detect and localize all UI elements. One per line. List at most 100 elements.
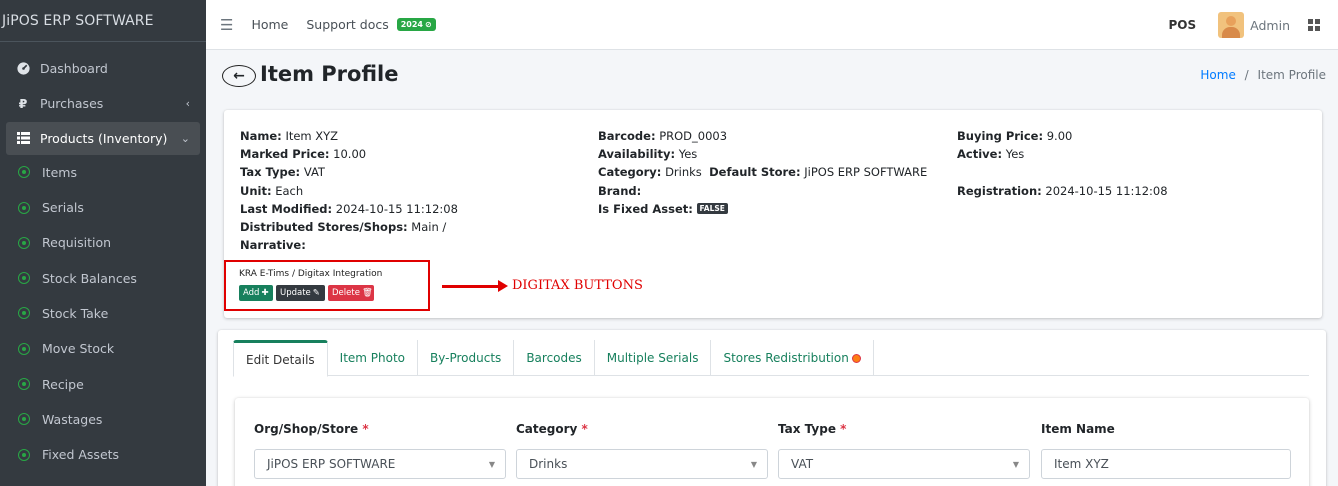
sidebar-item-stock-take[interactable]: Stock Take [0,296,206,331]
sidebar-item-move-stock[interactable]: Move Stock [0,331,206,366]
circle-icon [18,201,30,214]
value-name: Item XYZ [285,129,339,143]
value-marked-price: 10.00 [333,147,367,162]
sidebar: JiPOS ERP SOFTWARE Dashboard ₽ Purchases… [0,0,206,486]
field-label: Tax Type * [778,422,1030,442]
add-label: Add [243,288,260,298]
sidebar-item-purchases[interactable]: ₽ Purchases ‹ [0,86,206,121]
tab-multiple-serials[interactable]: Multiple Serials [595,340,712,376]
avatar[interactable] [1218,12,1245,38]
annotation-label: DIGITAX BUTTONS [512,278,643,293]
required-mark: * [362,422,369,436]
tab-label: Stores Redistribution [723,351,849,365]
sidebar-item-fixed-assets[interactable]: Fixed Assets [0,437,206,472]
field-category: Category * Drinks ▼ [516,422,768,479]
hamburger-menu-icon[interactable]: ☰ [220,16,233,34]
circle-icon [18,448,30,461]
circle-icon [18,166,30,179]
ruble-icon: ₽ [18,96,28,112]
field-tax-type: Tax Type * VAT ▼ [778,422,1030,479]
circle-icon [18,413,30,426]
sidebar-item-label: Stock Take [42,305,109,321]
value-active: Yes [1005,147,1025,162]
label-tax-type: Tax Type: [240,165,301,180]
sidebar-item-wastages[interactable]: Wastages [0,402,206,437]
label-availability: Availability: [598,147,676,162]
label-registration: Registration: [957,183,1042,198]
annotation-arrow-icon [442,280,508,292]
label-brand: Brand: [598,183,642,198]
plus-icon: ✚ [261,288,269,298]
tab-edit-details[interactable]: Edit Details [233,340,328,377]
org-shop-store-select[interactable]: JiPOS ERP SOFTWARE ▼ [254,449,506,479]
tab-barcodes[interactable]: Barcodes [514,340,595,376]
value-unit: Each [275,183,304,198]
edit-icon: ✎ [312,288,320,298]
label-default-store: Default Store: [709,165,801,180]
field-item-name: Item Name Item XYZ [1041,422,1291,479]
item-profile-card: Name: Item XYZ Marked Price: 10.00 Tax T… [224,110,1322,318]
circle-icon [18,272,30,285]
nav-link-home[interactable]: Home [251,17,288,32]
year-badge: 2024 ⊘ [396,18,436,31]
select-value: VAT [791,457,814,471]
tachometer-icon [16,62,30,75]
label-text: Tax Type [778,422,836,436]
field-label: Org/Shop/Store * [254,422,506,442]
back-arrow-icon[interactable]: ← [222,65,256,87]
trash-icon: 🗑 [361,288,373,298]
content-header: ← Item Profile Home / Item Profile [206,50,1338,102]
sidebar-item-label: Dashboard [40,61,108,77]
tab-by-products[interactable]: By-Products [418,340,515,376]
label-name: Name: [240,129,282,143]
digitax-update-button[interactable]: Update ✎ [276,285,325,301]
sidebar-item-stock-balances[interactable]: Stock Balances [0,260,206,295]
item-name-input[interactable]: Item XYZ [1041,449,1291,479]
sidebar-item-label: Purchases [40,96,104,112]
tax-type-select[interactable]: VAT ▼ [778,449,1030,479]
chevron-down-icon: ⌄ [180,131,190,145]
profile-column-1: Name: Item XYZ Marked Price: 10.00 Tax T… [240,127,458,254]
label-unit: Unit: [240,183,272,198]
label-distributed-stores: Distributed Stores/Shops: [240,220,408,235]
sidebar-item-items[interactable]: Items [0,155,206,190]
sidebar-item-recipe[interactable]: Recipe [0,366,206,401]
sidebar-item-label: Items [42,164,77,180]
chevron-down-icon: ▼ [488,459,495,469]
digitax-delete-button[interactable]: Delete 🗑 [328,285,374,301]
apps-grid-icon[interactable] [1308,19,1320,31]
sidebar-item-label: Stock Balances [42,270,137,286]
breadcrumb-separator: / [1244,68,1249,82]
sidebar-item-requisition[interactable]: Requisition [0,225,206,260]
profile-column-3: Buying Price: 9.00 Active: Yes Registrat… [957,127,1168,200]
brand-title[interactable]: JiPOS ERP SOFTWARE [0,0,206,42]
sidebar-item-label: Serials [42,200,84,216]
input-value: Item XYZ [1054,457,1109,471]
circle-icon [18,236,30,249]
tab-stores-redistribution[interactable]: Stores Redistribution [711,340,874,376]
chevron-down-icon: ▼ [1012,459,1019,469]
category-select[interactable]: Drinks ▼ [516,449,768,479]
label-barcode: Barcode: [598,129,656,143]
digitax-add-button[interactable]: Add ✚ [239,285,273,301]
breadcrumb-home[interactable]: Home [1200,68,1235,82]
value-category: Drinks [665,165,702,180]
label-active: Active: [957,147,1003,162]
nav-link-support-docs[interactable]: Support docs [306,17,388,32]
sidebar-item-serials[interactable]: Serials [0,190,206,225]
label-text: Category [516,422,578,436]
breadcrumb: Home / Item Profile [1200,68,1326,82]
delete-label: Delete [332,288,360,298]
sidebar-item-label: Recipe [42,376,84,392]
label-narrative: Narrative: [240,238,306,253]
required-mark: * [581,422,588,436]
sidebar-item-dashboard[interactable]: Dashboard [0,51,206,86]
navbar-right: POS Admin [1169,0,1338,50]
user-name[interactable]: Admin [1250,18,1290,33]
sidebar-item-products[interactable]: Products (Inventory) ⌄ [6,121,200,155]
sidebar-item-label: Wastages [42,411,103,427]
pos-link[interactable]: POS [1169,18,1197,32]
label-buying-price: Buying Price: [957,129,1044,143]
tab-item-photo[interactable]: Item Photo [328,340,419,376]
field-label: Item Name [1041,422,1115,436]
